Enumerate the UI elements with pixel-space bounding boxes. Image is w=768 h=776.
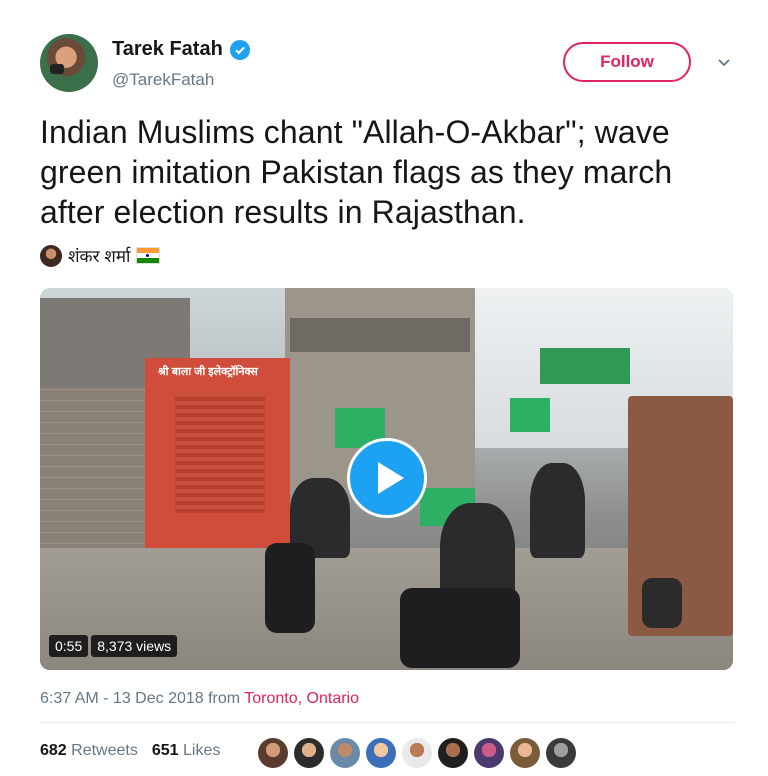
tweet-timestamp-row: 6:37 AM - 13 Dec 2018 from Toronto, Onta… (40, 690, 359, 708)
author-name-row[interactable]: Tarek Fatah (112, 38, 250, 61)
video-green-flag (510, 398, 550, 432)
likes-stat[interactable]: 651 Likes (152, 742, 221, 760)
video-motorbike (400, 588, 520, 668)
divider (40, 722, 733, 723)
microphone-icon (50, 64, 64, 74)
video-rider (530, 463, 585, 558)
credit-name[interactable]: शंकर शर्मा (68, 244, 130, 267)
video-motorbike (265, 543, 315, 633)
video-meta: 0:55 8,373 views (49, 635, 178, 657)
retweets-stat[interactable]: 682 Retweets (40, 742, 138, 760)
tweet-location[interactable]: Toronto, Ontario (244, 690, 359, 707)
likes-label: Likes (183, 742, 221, 759)
video-credit[interactable]: शंकर शर्मा (40, 244, 161, 267)
author-handle[interactable]: @TarekFatah (112, 70, 214, 90)
liker-avatar[interactable] (510, 738, 540, 768)
verified-badge-icon (229, 39, 250, 60)
liker-avatar[interactable] (294, 738, 324, 768)
liker-avatars (258, 738, 576, 768)
liker-avatar[interactable] (402, 738, 432, 768)
video-shop-shutter (175, 393, 265, 513)
retweets-label: Retweets (71, 742, 138, 759)
video-player[interactable]: श्री बाला जी इलेक्ट्रॉनिक्स 0:55 8,373 v… (40, 288, 733, 670)
play-button[interactable] (347, 438, 427, 518)
follow-button[interactable]: Follow (563, 42, 691, 82)
liker-avatar[interactable] (366, 738, 396, 768)
video-shop-sign: श्री बाला जी इलेक्ट्रॉनिक्स (158, 366, 258, 378)
likes-count: 651 (151, 742, 179, 759)
video-views: 8,373 views (91, 635, 178, 657)
video-green-banner (540, 348, 630, 384)
video-truck-wheel (642, 578, 682, 628)
tweet-text: Indian Muslims chant "Allah-O-Akbar"; wa… (40, 114, 673, 230)
tweet-timestamp[interactable]: 6:37 AM - 13 Dec 2018 (40, 690, 204, 707)
retweets-count: 682 (40, 742, 67, 759)
video-duration: 0:55 (49, 635, 89, 657)
credit-avatar[interactable] (40, 244, 62, 267)
video-balcony (290, 318, 470, 352)
chevron-down-icon[interactable] (716, 55, 732, 71)
liker-avatar[interactable] (546, 738, 576, 768)
tweet-stats: 682 Retweets 651 Likes (40, 742, 220, 760)
author-avatar[interactable] (40, 34, 98, 92)
liker-avatar[interactable] (474, 738, 504, 768)
liker-avatar[interactable] (438, 738, 468, 768)
liker-avatar[interactable] (258, 738, 288, 768)
india-flag-icon (136, 247, 161, 264)
from-label: from (208, 690, 241, 707)
author-display-name[interactable]: Tarek Fatah (112, 38, 223, 61)
liker-avatar[interactable] (330, 738, 360, 768)
